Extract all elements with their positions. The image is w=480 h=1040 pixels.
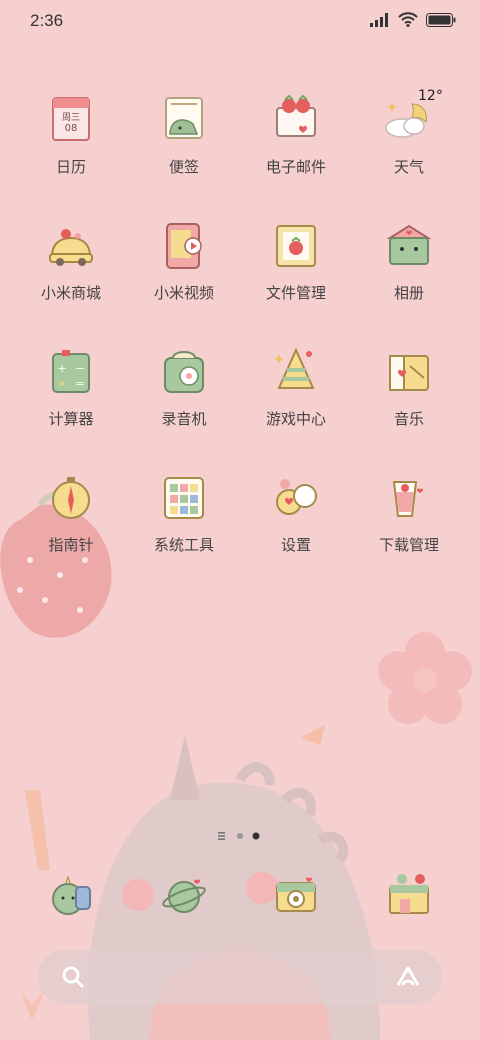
app-label: 下载管理 [378, 536, 439, 554]
app-label: 相册 [393, 284, 424, 302]
email-icon [276, 94, 316, 137]
game-center-icon [274, 347, 315, 389]
app-label: 系统工具 [153, 536, 214, 554]
dock [0, 865, 480, 935]
page-dot-current [252, 832, 260, 840]
app-files[interactable]: 文件管理 [240, 216, 352, 326]
gallery-icon [386, 224, 432, 265]
svg-text:08: 08 [65, 123, 78, 134]
app-label: 音乐 [393, 410, 424, 428]
app-email[interactable]: 电子邮件 [240, 90, 352, 200]
browser-icon [162, 879, 206, 913]
app-recorder[interactable]: 录音机 [128, 342, 240, 452]
app-game-center[interactable]: 游戏中心 [240, 342, 352, 452]
battery-icon [426, 12, 456, 27]
settings-icon [276, 479, 317, 515]
signal-icon [370, 12, 388, 27]
app-label: 天气 [393, 158, 424, 176]
app-label: 日历 [55, 158, 86, 176]
app-label: 设置 [280, 536, 311, 554]
files-icon [276, 225, 316, 267]
app-label: 游戏中心 [265, 410, 326, 428]
app-downloads[interactable]: 下载管理 [353, 468, 465, 578]
system-tools-icon [164, 477, 204, 519]
app-store[interactable]: 小米商城 [15, 216, 127, 326]
app-weather[interactable]: 12° 天气 [353, 88, 465, 200]
svg-text:+: + [57, 362, 66, 375]
app-notes[interactable]: 便签 [128, 90, 240, 200]
svg-text:=: = [75, 377, 84, 390]
app-gallery[interactable]: 相册 [353, 216, 465, 326]
notes-icon [165, 97, 203, 139]
svg-text:周三: 周三 [62, 112, 80, 123]
dock-app-camera[interactable] [240, 865, 352, 935]
music-icon [389, 355, 429, 391]
status-bar: 2:36 [0, 0, 480, 40]
dock-app-browser[interactable] [128, 865, 240, 935]
app-label: 计算器 [48, 410, 94, 428]
dock-app-phone[interactable] [15, 865, 127, 935]
app-label: 便签 [168, 158, 199, 176]
app-label: 指南针 [48, 536, 94, 554]
app-video[interactable]: 小米视频 [128, 216, 240, 326]
store-icon [49, 229, 93, 266]
app-label: 录音机 [161, 410, 207, 428]
search-bar[interactable] [38, 950, 442, 1004]
page-dot [237, 833, 243, 839]
downloads-icon [392, 481, 423, 517]
page-indicator [0, 828, 480, 842]
dock-app-store[interactable] [353, 865, 465, 935]
phone-icon [52, 875, 91, 915]
app-system-tools[interactable]: 系统工具 [128, 468, 240, 578]
app-label: 小米商城 [40, 284, 101, 302]
app-calculator[interactable]: + − × = 计算器 [15, 342, 127, 452]
app-label: 小米视频 [153, 284, 214, 302]
app-music[interactable]: 音乐 [353, 342, 465, 452]
weather-temp: 12° [418, 88, 443, 104]
svg-text:×: × [57, 377, 66, 390]
assistant-icon[interactable] [394, 963, 422, 991]
wifi-icon [398, 12, 418, 27]
status-time: 2:36 [30, 11, 64, 30]
video-icon [166, 223, 202, 269]
app-compass[interactable]: 指南针 [15, 468, 127, 578]
app-settings[interactable]: 设置 [240, 468, 352, 578]
recorder-icon [164, 351, 204, 393]
app-calendar[interactable]: 周三 08 日历 [15, 90, 127, 200]
page-indicator-menu-icon [218, 832, 225, 840]
svg-text:−: − [75, 362, 84, 375]
app-store-icon [389, 874, 429, 914]
calculator-icon: + − × = [52, 350, 90, 393]
app-label: 文件管理 [265, 284, 326, 302]
app-label: 电子邮件 [265, 158, 326, 176]
calendar-icon: 周三 08 [52, 97, 90, 141]
search-icon[interactable] [60, 964, 86, 990]
compass-icon [52, 477, 90, 519]
camera-icon [276, 877, 316, 912]
